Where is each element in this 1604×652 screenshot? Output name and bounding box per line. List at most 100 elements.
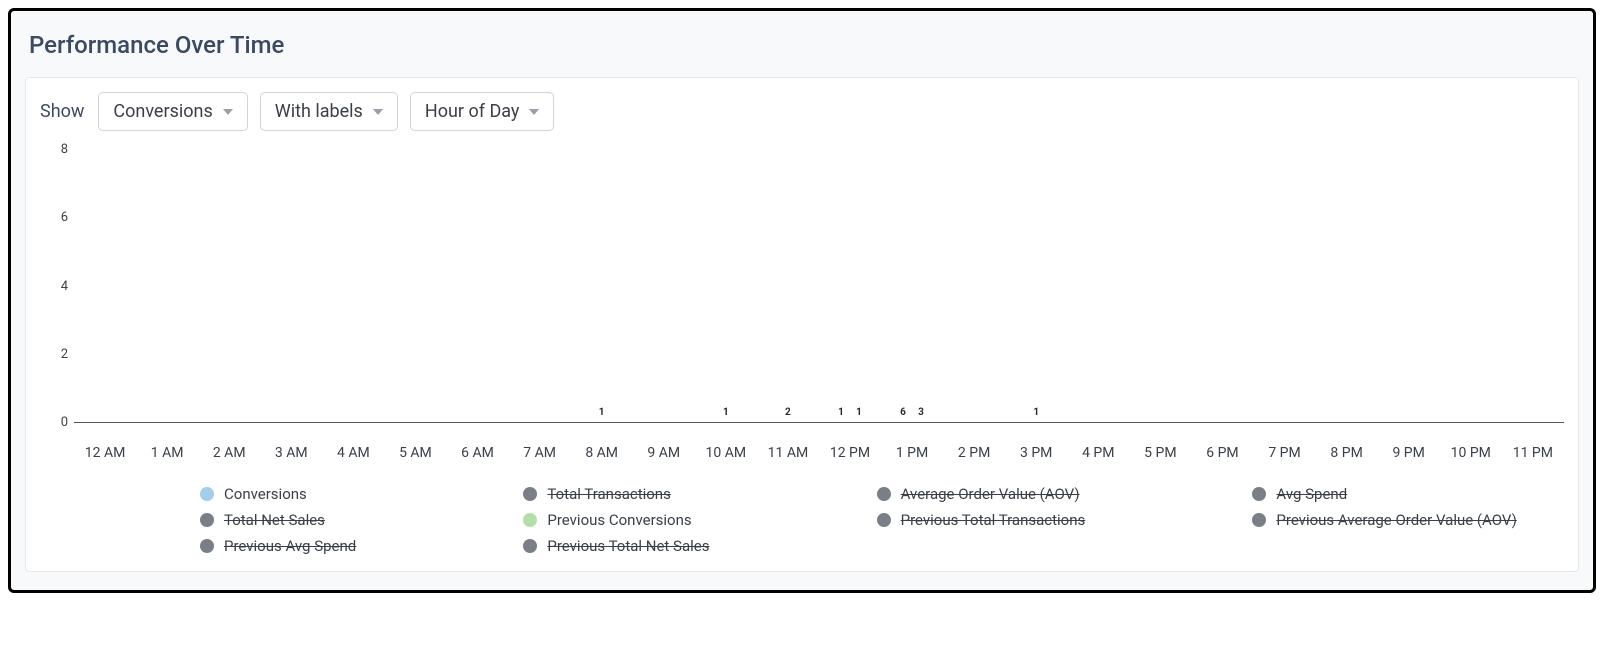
- chart-column: [1378, 137, 1440, 422]
- y-tick: 2: [46, 348, 68, 361]
- x-tick: 5 AM: [384, 441, 446, 461]
- legend-label: Avg Spend: [1276, 485, 1347, 503]
- chart-column: [1253, 137, 1315, 422]
- legend-label: Previous Total Transactions: [901, 511, 1086, 529]
- x-tick: 3 PM: [1005, 441, 1067, 461]
- page-outer: Performance Over Time Show Conversions W…: [8, 8, 1596, 593]
- chart-column: [446, 137, 508, 422]
- y-tick: 8: [46, 143, 68, 156]
- x-tick: 9 AM: [633, 441, 695, 461]
- bar-label: 1: [838, 407, 844, 418]
- bar-label: 2: [785, 407, 791, 418]
- legend-dot-icon: [1252, 487, 1266, 501]
- legend-item[interactable]: Previous Total Net Sales: [523, 537, 756, 555]
- x-tick: 4 AM: [322, 441, 384, 461]
- bar-label: 3: [918, 407, 924, 418]
- legend-dot-icon: [200, 513, 214, 527]
- legend-dot-icon: [523, 513, 537, 527]
- chart-column: [1440, 137, 1502, 422]
- labels-dropdown[interactable]: With labels: [260, 92, 398, 131]
- legend-label: Total Net Sales: [224, 511, 325, 529]
- legend-dot-icon: [200, 539, 214, 553]
- chart-column: 11: [819, 137, 881, 422]
- legend-item[interactable]: Previous Total Transactions: [877, 511, 1133, 529]
- chart-column: [322, 137, 384, 422]
- x-tick: 7 PM: [1253, 441, 1315, 461]
- x-tick: 9 PM: [1378, 441, 1440, 461]
- bar-label: 1: [1033, 407, 1039, 418]
- chart-column: [943, 137, 1005, 422]
- y-tick: 4: [46, 280, 68, 293]
- x-tick: 1 AM: [136, 441, 198, 461]
- chart-area: 86420 11211631: [74, 137, 1564, 437]
- legend-dot-icon: [523, 539, 537, 553]
- page-title: Performance Over Time: [15, 23, 1589, 77]
- legend-item[interactable]: Total Net Sales: [200, 511, 403, 529]
- chart-column: [74, 137, 136, 422]
- legend-label: Average Order Value (AOV): [901, 485, 1080, 503]
- x-tick: 11 PM: [1502, 441, 1564, 461]
- x-tick: 3 AM: [260, 441, 322, 461]
- labels-value: With labels: [275, 101, 363, 122]
- legend-item[interactable]: Avg Spend: [1252, 485, 1564, 503]
- metric-value: Conversions: [113, 101, 212, 122]
- x-tick: 5 PM: [1129, 441, 1191, 461]
- legend-item[interactable]: Average Order Value (AOV): [877, 485, 1133, 503]
- bar-label: 1: [856, 407, 862, 418]
- x-tick: 2 AM: [198, 441, 260, 461]
- chart-column: [1191, 137, 1253, 422]
- legend-dot-icon: [200, 487, 214, 501]
- x-tick: 11 AM: [757, 441, 819, 461]
- granularity-value: Hour of Day: [425, 101, 520, 122]
- controls-row: Show Conversions With labels Hour of Day: [40, 92, 1564, 131]
- bar-label: 1: [599, 407, 605, 418]
- legend-label: Previous Conversions: [547, 511, 691, 529]
- chart-column: [260, 137, 322, 422]
- y-tick: 0: [46, 416, 68, 429]
- chart-column: 2: [757, 137, 819, 422]
- x-axis: 12 AM1 AM2 AM3 AM4 AM5 AM6 AM7 AM8 AM9 A…: [74, 441, 1564, 461]
- granularity-dropdown[interactable]: Hour of Day: [410, 92, 555, 131]
- chart-column: [1067, 137, 1129, 422]
- chevron-down-icon: [529, 109, 539, 115]
- chart-column: [198, 137, 260, 422]
- chart-column: 1: [571, 137, 633, 422]
- x-tick: 12 PM: [819, 441, 881, 461]
- chart-column: 1: [695, 137, 757, 422]
- legend-dot-icon: [523, 487, 537, 501]
- show-label: Show: [40, 101, 86, 122]
- y-tick: 6: [46, 211, 68, 224]
- chart-column: [1502, 137, 1564, 422]
- legend-item[interactable]: Total Transactions: [523, 485, 756, 503]
- chevron-down-icon: [373, 109, 383, 115]
- x-tick: 2 PM: [943, 441, 1005, 461]
- legend: Conversions Total Transactions Average Ord…: [200, 485, 1564, 555]
- x-tick: 12 AM: [74, 441, 136, 461]
- chart-column: [384, 137, 446, 422]
- legend-item[interactable]: Previous Average Order Value (AOV): [1252, 511, 1564, 529]
- chart-column: [1316, 137, 1378, 422]
- legend-label: Previous Avg Spend: [224, 537, 356, 555]
- chart: 86420 11211631 12 AM1 AM2 AM3 AM4 AM5 AM…: [40, 137, 1564, 555]
- x-tick: 10 AM: [695, 441, 757, 461]
- bar-label: 6: [900, 407, 906, 418]
- x-tick: 7 AM: [509, 441, 571, 461]
- chart-column: [633, 137, 695, 422]
- x-tick: 8 AM: [571, 441, 633, 461]
- legend-label: Previous Average Order Value (AOV): [1276, 511, 1516, 529]
- x-tick: 4 PM: [1067, 441, 1129, 461]
- chart-column: [136, 137, 198, 422]
- columns: 11211631: [74, 137, 1564, 422]
- chart-panel: Show Conversions With labels Hour of Day…: [25, 77, 1579, 572]
- chart-column: [509, 137, 571, 422]
- metric-dropdown[interactable]: Conversions: [98, 92, 247, 131]
- legend-label: Total Transactions: [547, 485, 670, 503]
- legend-item[interactable]: Previous Conversions: [523, 511, 756, 529]
- legend-dot-icon: [877, 513, 891, 527]
- legend-dot-icon: [877, 487, 891, 501]
- legend-dot-icon: [1252, 513, 1266, 527]
- x-tick: 6 PM: [1191, 441, 1253, 461]
- legend-item[interactable]: Previous Avg Spend: [200, 537, 403, 555]
- legend-item[interactable]: Conversions: [200, 485, 403, 503]
- x-tick: 6 AM: [446, 441, 508, 461]
